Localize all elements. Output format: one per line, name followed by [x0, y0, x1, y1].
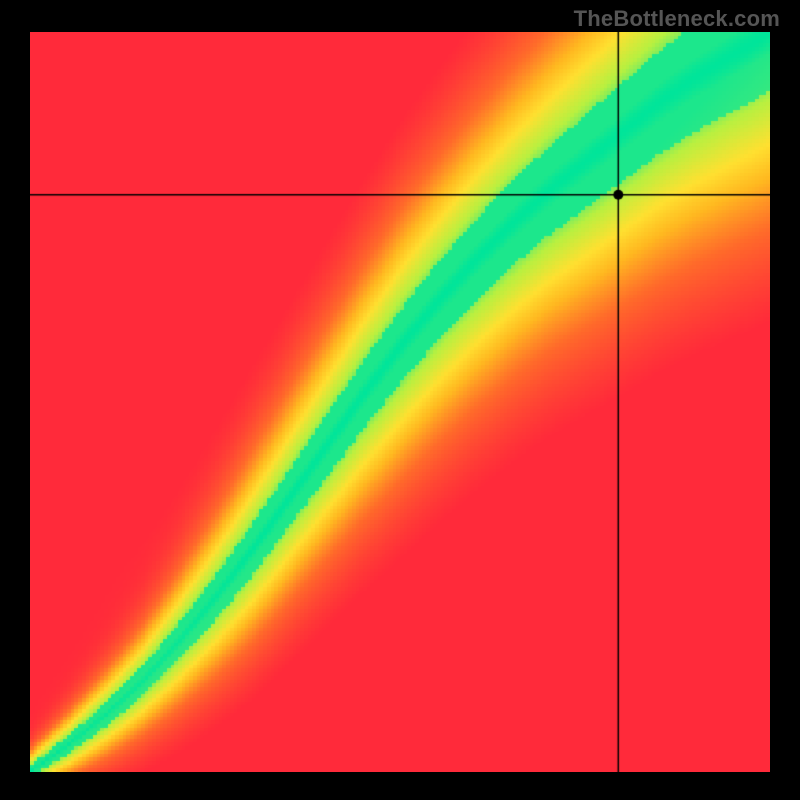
watermark-label: TheBottleneck.com: [574, 6, 780, 32]
heatmap-canvas: [30, 32, 770, 772]
chart-container: TheBottleneck.com: [0, 0, 800, 800]
